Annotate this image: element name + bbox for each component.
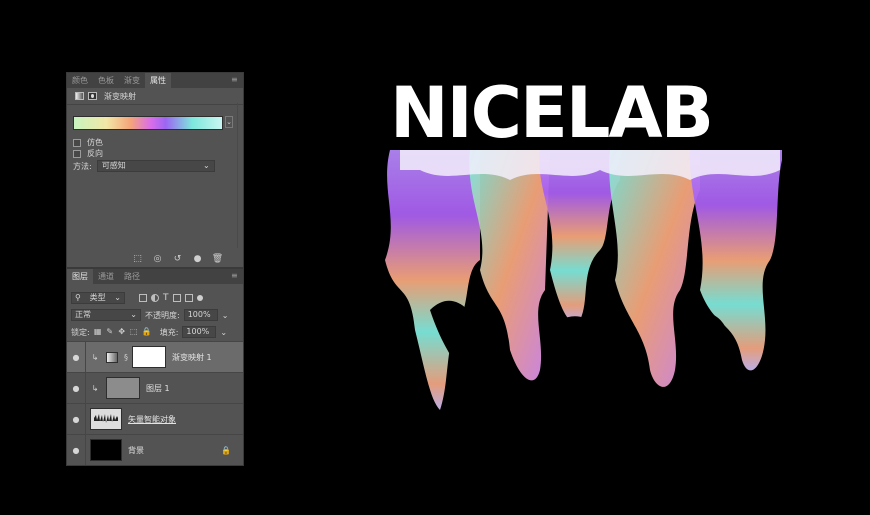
tab-paths[interactable]: 路径 — [119, 269, 145, 284]
lock-pixels-icon[interactable]: ✎ — [106, 328, 114, 336]
lock-label: 锁定: — [71, 327, 90, 337]
properties-header: 渐变映射 — [67, 88, 243, 105]
eye-icon: ● — [72, 352, 80, 362]
layer-name[interactable]: 矢量智能对象 — [128, 414, 176, 425]
lock-row: 锁定: ▦ ✎ ✥ ⬚ 🔒 填充: 100% ⌄ — [71, 326, 239, 338]
smart-object-thumbnail — [90, 408, 122, 430]
vector-art-icon — [94, 414, 118, 423]
visibility-toggle[interactable]: ● — [67, 342, 86, 372]
trash-icon[interactable]: 🗑 — [211, 253, 224, 265]
fill-label: 填充: — [159, 327, 179, 337]
mask-icon[interactable] — [88, 92, 97, 100]
reverse-label: 反向 — [87, 149, 103, 158]
gradient-map-icon — [75, 92, 84, 100]
chevron-down-icon[interactable]: ⌄ — [222, 311, 229, 320]
layer-name[interactable]: 背景 — [128, 445, 144, 456]
panel-menu-icon[interactable]: ≡ — [231, 272, 239, 280]
layer-thumbnail — [106, 377, 140, 399]
pixel-filter-icon[interactable] — [139, 294, 147, 302]
search-icon: ⚲ — [75, 293, 81, 302]
visibility-toggle[interactable]: ● — [67, 373, 86, 403]
chevron-down-icon: ⌄ — [114, 293, 121, 302]
method-select[interactable]: 可感知 ⌄ — [96, 160, 215, 172]
properties-panel: 颜色 色板 渐变 属性 ≡ 渐变映射 ⌄ 仿色 反向 方法: 可感知 ⌄ ⬚ ◎… — [66, 72, 244, 268]
opacity-input[interactable]: 100% — [183, 309, 218, 321]
fill-input[interactable]: 100% — [182, 326, 217, 338]
properties-footer: ⬚ ◎ ↺ ● 🗑 — [131, 253, 224, 265]
blend-row: 正常 ⌄ 不透明度: 100% ⌄ — [71, 309, 239, 321]
background-thumbnail — [90, 439, 122, 461]
tab-color[interactable]: 颜色 — [67, 73, 93, 88]
filter-kind-value: 类型 — [89, 293, 106, 302]
gradient-picker[interactable]: ⌄ — [73, 116, 233, 130]
reverse-row[interactable]: 反向 — [73, 148, 103, 159]
lock-transparent-icon[interactable]: ▦ — [94, 328, 102, 336]
layer-row[interactable]: ● ↳ 图层 1 — [67, 372, 243, 403]
gradient-preview[interactable] — [73, 116, 223, 130]
layer-name[interactable]: 图层 1 — [146, 383, 170, 394]
visibility-icon[interactable]: ● — [191, 253, 204, 265]
lock-icon: 🔒 — [221, 445, 231, 455]
panel-menu-icon[interactable]: ≡ — [231, 76, 239, 84]
layer-row[interactable]: ● 背景 🔒 — [67, 434, 243, 465]
opacity-label: 不透明度: — [145, 310, 180, 320]
tab-gradients[interactable]: 渐变 — [119, 73, 145, 88]
eye-icon: ● — [72, 383, 80, 393]
adjustment-title: 渐变映射 — [104, 91, 136, 101]
type-filter-icon[interactable]: T — [163, 293, 169, 303]
method-value: 可感知 — [101, 161, 126, 170]
method-label: 方法: — [73, 161, 92, 171]
smart-object-filter-icon[interactable] — [184, 294, 193, 302]
layer-row[interactable]: ● ↳ § 渐变映射 1 — [67, 341, 243, 372]
blend-mode-select[interactable]: 正常 ⌄ — [71, 309, 141, 321]
filter-toggle-icon[interactable] — [196, 295, 203, 301]
layer-row[interactable]: ● 矢量智能对象 — [67, 403, 243, 434]
reset-icon[interactable]: ↺ — [171, 253, 184, 265]
eye-icon: ● — [72, 414, 80, 424]
dither-row[interactable]: 仿色 — [73, 137, 103, 148]
visibility-toggle[interactable]: ● — [67, 404, 86, 434]
link-icon[interactable]: § — [124, 353, 128, 362]
tab-properties[interactable]: 属性 — [145, 73, 171, 88]
visibility-toggle[interactable]: ● — [67, 435, 86, 465]
layers-panel: 图层 通道 路径 ≡ ⚲ 类型 ⌄ T 正常 ⌄ 不透明度: 100% ⌄ 锁定… — [66, 268, 244, 466]
lock-position-icon[interactable]: ✥ — [118, 328, 126, 336]
tab-swatches[interactable]: 色板 — [93, 73, 119, 88]
tab-channels[interactable]: 通道 — [93, 269, 119, 284]
clip-arrow-icon: ↳ — [91, 352, 99, 362]
layer-mask-thumbnail[interactable] — [132, 346, 166, 368]
method-row: 方法: 可感知 ⌄ — [73, 160, 215, 172]
drip-shape — [539, 150, 620, 323]
fill-value: 100% — [186, 327, 210, 336]
chevron-down-icon[interactable]: ⌄ — [225, 116, 233, 128]
blend-mode-value: 正常 — [75, 310, 91, 319]
chevron-down-icon[interactable]: ⌄ — [220, 328, 227, 337]
layer-name[interactable]: 渐变映射 1 — [172, 352, 212, 363]
adjustment-layer-icon — [106, 351, 118, 363]
properties-tabbar: 颜色 色板 渐变 属性 ≡ — [67, 73, 243, 88]
drip-shape — [609, 150, 700, 387]
tab-layers[interactable]: 图层 — [67, 269, 93, 284]
opacity-value: 100% — [187, 310, 211, 319]
dither-checkbox[interactable] — [73, 138, 81, 147]
dither-label: 仿色 — [87, 138, 103, 147]
scroll-divider — [237, 103, 238, 248]
view-previous-icon[interactable]: ◎ — [151, 253, 164, 265]
clip-arrow-icon: ↳ — [91, 383, 99, 393]
adjustment-filter-icon[interactable] — [151, 294, 159, 302]
drip-gap — [560, 316, 611, 374]
clip-to-layer-icon[interactable]: ⬚ — [131, 253, 144, 265]
eye-icon: ● — [72, 445, 80, 455]
reverse-checkbox[interactable] — [73, 149, 81, 158]
chevron-down-icon: ⌄ — [203, 161, 210, 170]
filter-kind-select[interactable]: ⚲ 类型 ⌄ — [71, 292, 125, 304]
shape-filter-icon[interactable] — [172, 294, 181, 302]
filter-row: ⚲ 类型 ⌄ T — [71, 292, 239, 304]
layers-tabbar: 图层 通道 路径 ≡ — [67, 269, 243, 284]
nicelab-title: NICELAB — [390, 72, 714, 154]
chevron-down-icon: ⌄ — [130, 310, 137, 319]
lock-all-icon[interactable]: 🔒 — [142, 328, 152, 336]
lock-artboard-icon[interactable]: ⬚ — [130, 328, 138, 336]
